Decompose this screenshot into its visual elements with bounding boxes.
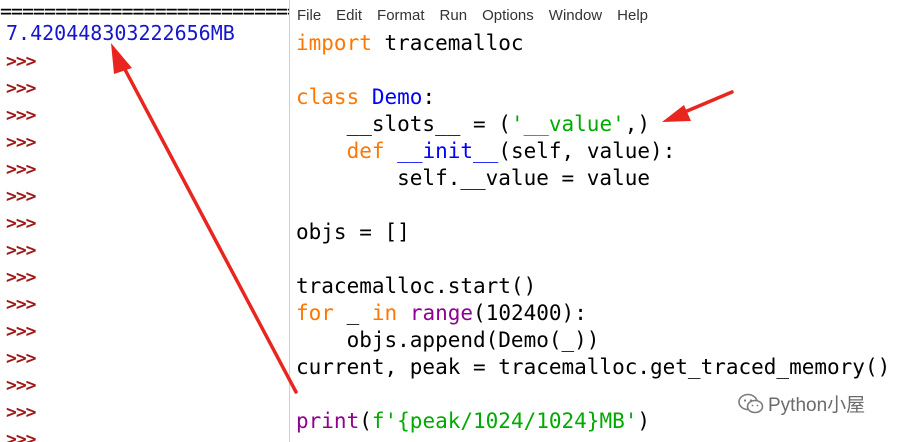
code-token: _ — [333, 301, 372, 325]
shell-prompt: >>> — [6, 51, 36, 72]
code-token: range — [409, 301, 474, 325]
code-token: tracemalloc.start() — [296, 274, 537, 298]
code-line: current, peak = tracemalloc.get_traced_m… — [296, 354, 890, 381]
code-line: class Demo: — [296, 84, 890, 111]
code-line: import tracemalloc — [296, 30, 890, 57]
menu-format[interactable]: Format — [370, 7, 433, 24]
shell-prompt: >>> — [6, 240, 36, 261]
shell-prompt: >>> — [6, 213, 36, 234]
shell-prompt: >>> — [6, 402, 36, 423]
code-token: objs = [] — [296, 220, 410, 244]
menu-bar: File Edit Format Run Options Window Help — [290, 0, 917, 30]
code-token: __init__ — [397, 139, 499, 163]
menu-run[interactable]: Run — [433, 7, 476, 24]
code-token: ,) — [624, 112, 651, 136]
shell-prompt: >>> — [6, 294, 36, 315]
code-line: for _ in range(102400): — [296, 300, 890, 327]
code-token: self.__value = value — [296, 166, 651, 190]
shell-prompt: >>> — [6, 132, 36, 153]
shell-window[interactable]: ================================ 7.42044… — [0, 0, 289, 442]
code-token: print — [296, 409, 360, 433]
code-token: (self, value): — [498, 139, 676, 163]
code-token: __slots__ = ( — [296, 112, 511, 136]
shell-prompt: >>> — [6, 348, 36, 369]
shell-prompt: >>> — [6, 159, 36, 180]
wechat-icon — [738, 393, 764, 413]
code-token: class — [296, 85, 360, 109]
menu-file[interactable]: File — [290, 7, 329, 24]
code-editor[interactable]: import tracemalloc class Demo: __slots__ … — [296, 30, 890, 435]
code-line: objs = [] — [296, 219, 890, 246]
code-token: : — [422, 85, 436, 109]
shell-prompt: >>> — [6, 429, 36, 442]
shell-prompt: >>> — [6, 105, 36, 126]
menu-edit[interactable]: Edit — [329, 7, 370, 24]
editor-window[interactable]: File Edit Format Run Options Window Help impor… — [290, 0, 917, 442]
menu-window[interactable]: Window — [542, 7, 610, 24]
code-token: Demo — [371, 85, 423, 109]
code-token: '__value' — [510, 112, 625, 136]
code-token: def — [346, 139, 385, 163]
watermark: Python小屋 — [738, 390, 865, 417]
shell-prompt: >>> — [6, 78, 36, 99]
code-token: f'{peak/1024/1024}MB' — [371, 409, 638, 433]
shell-prompt: >>> — [6, 321, 36, 342]
code-token: import — [296, 31, 372, 55]
code-token: (102400): — [473, 301, 587, 325]
code-token: ( — [359, 409, 372, 433]
menu-options[interactable]: Options — [475, 7, 542, 24]
code-line: tracemalloc.start() — [296, 273, 890, 300]
code-token: in — [371, 301, 398, 325]
code-line: objs.append(Demo(_)) — [296, 327, 890, 354]
code-token: ) — [637, 409, 651, 433]
code-token: for — [296, 301, 334, 325]
shell-prompt: >>> — [6, 267, 36, 288]
code-line: __slots__ = ('__value',) — [296, 111, 890, 138]
watermark-text: Python小屋 — [768, 395, 866, 416]
shell-output-result: 7.420448303222656MB — [6, 21, 235, 45]
code-token: current, peak = tracemalloc.get_traced_m… — [296, 355, 891, 379]
code-token: objs.append(Demo(_)) — [296, 328, 600, 352]
shell-prompt: >>> — [6, 186, 36, 207]
shell-prompts: >>> >>> >>> >>> >>> >>> >>> >>> >>> >>> >>> >>> >>> >… — [6, 48, 36, 442]
menu-help[interactable]: Help — [610, 7, 656, 24]
shell-prompt: >>> — [6, 375, 36, 396]
restart-separator: ================================ — [0, 0, 289, 23]
code-line: self.__value = value — [296, 165, 890, 192]
code-token: tracemalloc — [371, 31, 524, 55]
code-line: def __init__(self, value): — [296, 138, 890, 165]
